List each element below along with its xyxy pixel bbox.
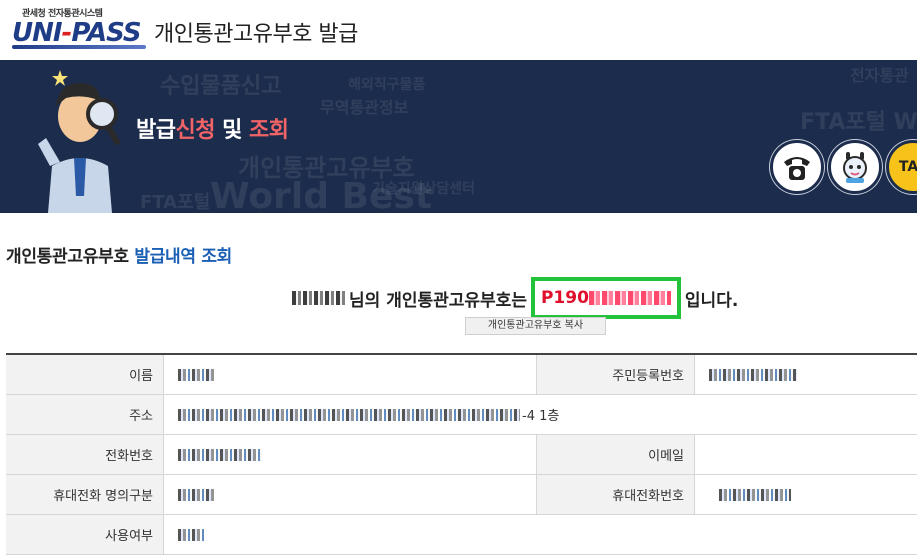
customs-code-highlight: P190 [530,277,681,319]
address-tail: -4 1층 [522,409,560,424]
usage-label: 사용여부 [6,515,164,554]
chatbot-icon [843,152,867,183]
mobile-owner-label: 휴대전화 명의구분 [6,475,164,514]
masked-customs-code [588,291,671,305]
banner-bg-word: FTA포털 [140,192,211,213]
usage-value [164,515,917,554]
table-row: 전화번호 이메일 [6,435,917,475]
banner-bg-word: 전자통관 [850,66,909,85]
phone-icon [784,157,810,180]
customs-code-prefix: P190 [540,288,589,308]
rrn-value [695,355,917,394]
mobile-value [695,475,917,514]
banner-bg-word: 기술지원상담센터 [372,181,476,197]
banner-bg-word: 무역통관정보 [320,98,409,117]
chatbot-button[interactable] [828,140,882,194]
mobile-label: 휴대전화번호 [537,475,695,514]
result-text: 님의 개인통관고유부호는 [349,290,527,311]
banner-bg-word: FTA포털 World [800,110,917,135]
banner-title: 발급신청 및 조회 [136,118,289,143]
unipass-logo[interactable]: 관세청 전자통관시스템 UNI-PASS [12,6,148,52]
email-label: 이메일 [537,435,695,474]
rrn-label: 주민등록번호 [537,355,695,394]
section-title: 개인통관고유부호 발급내역 조회 [6,247,233,267]
inspector-illustration-icon [38,70,120,213]
info-table: 이름 주민등록번호 주소 -4 1층 전화번호 이메일 휴대전화 명의구분 휴대… [6,353,917,555]
masked-name [292,291,346,305]
phone-value [164,435,537,474]
mobile-owner-value [164,475,537,514]
name-value [164,355,537,394]
name-label: 이름 [6,355,164,394]
table-row: 휴대전화 명의구분 휴대전화번호 [6,475,917,515]
banner-bg-word: 해외직구물품 [348,77,426,93]
email-value [695,435,917,474]
logo-swoosh [12,45,146,49]
kakao-talk-button[interactable]: TAL [886,140,917,194]
table-row: 사용여부 [6,515,917,555]
top-header: 관세청 전자통관시스템 UNI-PASS 개인통관고유부호 발급 [0,0,917,60]
talk-label: TAL [898,159,917,175]
copy-code-button[interactable]: 개인통관고유부호 복사 [465,317,606,335]
logo-mark: UNI-PASS [12,18,142,48]
table-row: 주소 -4 1층 [6,395,917,435]
table-row: 이름 주민등록번호 [6,355,917,395]
page-title: 개인통관고유부호 발급 [154,22,358,47]
result-end-text: 입니다. [684,290,739,311]
hero-banner: 수입물품신고 해외직구물품 무역통관정보 개인통관고유부호 FTA포털 Worl… [0,60,917,213]
phone-consult-button[interactable] [770,140,824,194]
address-value: -4 1층 [164,395,917,434]
address-label: 주소 [6,395,164,434]
result-sentence: 님의 개인통관고유부호는 P190 입니다. [292,277,739,319]
phone-label: 전화번호 [6,435,164,474]
banner-bg-word: 수입물품신고 [160,74,282,99]
